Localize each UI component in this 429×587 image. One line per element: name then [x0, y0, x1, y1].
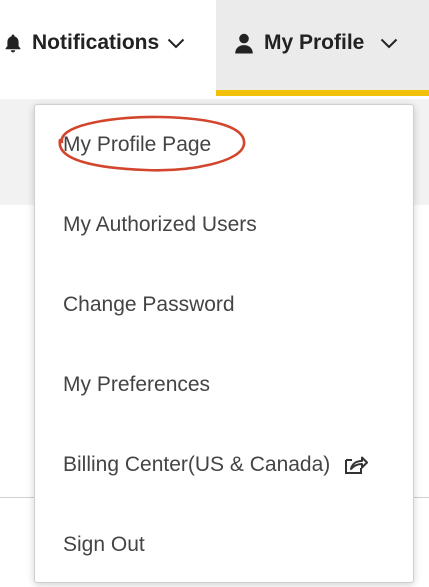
- external-share-icon: [344, 455, 369, 475]
- my-profile-label: My Profile: [264, 31, 365, 54]
- my-profile-menu[interactable]: My Profile: [216, 0, 429, 96]
- menu-item-label: My Profile Page: [63, 133, 212, 156]
- menu-item-label: Sign Out: [63, 533, 145, 556]
- menu-item-label: My Authorized Users: [63, 213, 257, 236]
- menu-item-change-password[interactable]: Change Password: [35, 265, 413, 345]
- bell-icon: [4, 33, 22, 53]
- notifications-menu[interactable]: Notifications: [0, 0, 216, 86]
- top-nav: Notifications My Profile: [0, 0, 429, 96]
- menu-item-my-preferences[interactable]: My Preferences: [35, 345, 413, 425]
- menu-item-label: My Preferences: [63, 373, 211, 396]
- user-icon: [234, 33, 254, 54]
- menu-item-billing-center[interactable]: Billing Center(US & Canada): [35, 425, 413, 505]
- menu-item-sign-out[interactable]: Sign Out: [35, 505, 413, 585]
- chevron-down-icon: [380, 38, 398, 49]
- notifications-label: Notifications: [32, 31, 160, 54]
- menu-item-my-profile-page[interactable]: My Profile Page: [35, 105, 413, 185]
- menu-item-label: Billing Center(US & Canada): [63, 453, 331, 476]
- menu-item-label: Change Password: [63, 293, 235, 316]
- menu-item-my-authorized-users[interactable]: My Authorized Users: [35, 185, 413, 265]
- chevron-down-icon: [167, 38, 185, 49]
- profile-dropdown-menu: My Profile Page My Authorized Users Chan…: [34, 104, 414, 583]
